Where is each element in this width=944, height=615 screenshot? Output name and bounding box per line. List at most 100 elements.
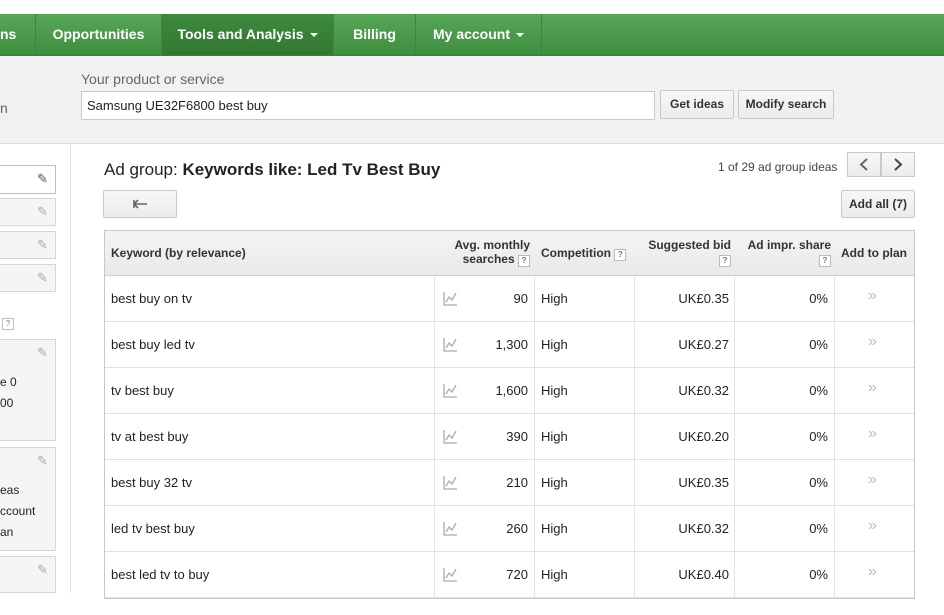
top-strip — [0, 0, 944, 14]
nav-item-opportunities[interactable]: Opportunities — [36, 14, 162, 55]
help-icon[interactable]: ? — [819, 255, 831, 267]
add-to-plan-icon[interactable]: » — [868, 506, 882, 551]
caret-down-icon — [516, 33, 524, 38]
help-icon[interactable]: ? — [2, 318, 14, 330]
competition-cell: High — [541, 291, 568, 306]
share-header-label: Ad impr. share — [747, 238, 831, 252]
nav-item-my-account[interactable]: My account — [416, 14, 542, 55]
keyword-cell: best buy on tv — [111, 291, 192, 306]
nav-item-label: Opportunities — [52, 26, 145, 42]
avg-searches-cell: 210 — [506, 475, 528, 490]
get-ideas-button[interactable]: Get ideas — [660, 90, 734, 119]
sidebar-filter-box[interactable]: ✎ e 0 00 — [0, 339, 56, 441]
nav-item-tools-and-analysis[interactable]: Tools and Analysis — [162, 14, 334, 55]
trend-chart-icon[interactable] — [442, 322, 460, 367]
sidebar-field[interactable]: ✎ — [0, 165, 56, 194]
add-to-plan-icon[interactable]: » — [868, 460, 882, 505]
nav-item-label: My account — [432, 26, 510, 42]
pencil-icon[interactable]: ✎ — [37, 563, 49, 576]
trend-chart-icon[interactable] — [442, 460, 460, 505]
add-to-plan-icon[interactable]: » — [868, 322, 882, 367]
trend-chart-icon[interactable] — [442, 506, 460, 551]
column-divider — [534, 506, 535, 551]
trend-chart-icon[interactable] — [442, 368, 460, 413]
competition-cell: High — [541, 429, 568, 444]
avg-searches-cell: 1,300 — [495, 337, 528, 352]
sidebar-filter-box[interactable]: ✎ — [0, 556, 56, 593]
sidebar-field[interactable]: ✎ — [0, 198, 56, 226]
nav-item-label: Tools and Analysis — [177, 26, 304, 42]
col-header-ad-impr-share[interactable]: Ad impr. share ? — [735, 238, 831, 268]
help-icon[interactable]: ? — [518, 255, 530, 267]
column-divider — [834, 552, 835, 597]
table-header: Keyword (by relevance) Avg. monthly sear… — [105, 231, 914, 276]
suggested-bid-cell: UK£0.35 — [678, 291, 729, 306]
ad-impr-share-cell: 0% — [809, 567, 828, 582]
modify-search-button[interactable]: Modify search — [738, 90, 834, 119]
table-row: best led tv to buy 720 High UK£0.40 0% » — [105, 552, 914, 598]
col-header-avg-searches[interactable]: Avg. monthly searches ? — [435, 238, 535, 268]
add-to-plan-icon[interactable]: » — [868, 552, 882, 597]
sidebar-field[interactable]: ✎ — [0, 264, 56, 292]
ad-impr-share-cell: 0% — [809, 337, 828, 352]
trend-chart-icon[interactable] — [442, 276, 460, 321]
pencil-icon[interactable]: ✎ — [37, 205, 49, 218]
product-search-input[interactable] — [81, 91, 655, 120]
trend-chart-icon[interactable] — [442, 414, 460, 459]
ad-impr-share-cell: 0% — [809, 475, 828, 490]
competition-header-label: Competition — [541, 246, 611, 260]
col-header-keyword[interactable]: Keyword (by relevance) — [111, 231, 246, 275]
sidebar-filter-box[interactable]: ✎ eas ccount an — [0, 447, 56, 551]
trend-chart-icon[interactable] — [442, 552, 460, 597]
keyword-cell: tv best buy — [111, 383, 174, 398]
sidebar-field[interactable]: ✎ — [0, 231, 56, 259]
column-divider — [434, 506, 435, 551]
col-header-competition[interactable]: Competition ? — [541, 231, 627, 275]
ad-group-title: Ad group: Keywords like: Led Tv Best Buy — [104, 160, 440, 180]
add-to-plan-icon[interactable]: » — [868, 368, 882, 413]
nav-item-billing[interactable]: Billing — [334, 14, 416, 55]
pencil-icon[interactable]: ✎ — [37, 172, 49, 185]
pencil-icon[interactable]: ✎ — [37, 271, 49, 284]
top-nav-bar: ns Opportunities Tools and Analysis Bill… — [0, 14, 944, 56]
column-divider — [534, 552, 535, 597]
ad-impr-share-cell: 0% — [809, 291, 828, 306]
ad-impr-share-cell: 0% — [809, 383, 828, 398]
table-row: tv at best buy 390 High UK£0.20 0% » — [105, 414, 914, 460]
next-ad-group-button[interactable] — [881, 152, 915, 177]
competition-cell: High — [541, 337, 568, 352]
column-divider — [434, 368, 435, 413]
keyword-cell: led tv best buy — [111, 521, 195, 536]
prev-ad-group-button[interactable] — [847, 152, 881, 177]
competition-cell: High — [541, 567, 568, 582]
bid-header-label: Suggested bid — [648, 238, 731, 252]
sidebar-filter-text: 00 — [0, 396, 14, 410]
suggested-bid-cell: UK£0.32 — [678, 383, 729, 398]
help-icon[interactable]: ? — [614, 249, 627, 261]
table-body: best buy on tv 90 High UK£0.35 0% » best buy l… — [105, 276, 914, 598]
col-header-suggested-bid[interactable]: Suggested bid ? — [635, 238, 731, 268]
keyword-cell: best buy led tv — [111, 337, 195, 352]
avg-searches-cell: 90 — [513, 291, 528, 306]
pencil-icon[interactable]: ✎ — [37, 346, 49, 359]
pencil-icon[interactable]: ✎ — [37, 454, 49, 467]
avg-header-line1: Avg. monthly — [454, 238, 530, 252]
pencil-icon[interactable]: ✎ — [37, 238, 49, 251]
add-to-plan-icon[interactable]: » — [868, 276, 882, 321]
column-divider — [834, 506, 835, 551]
column-divider — [434, 276, 435, 321]
add-all-button[interactable]: Add all (7) — [841, 190, 915, 218]
column-divider — [434, 414, 435, 459]
add-to-plan-icon[interactable]: » — [868, 414, 882, 459]
column-divider — [834, 460, 835, 505]
help-icon[interactable]: ? — [719, 255, 731, 267]
suggested-bid-cell: UK£0.20 — [678, 429, 729, 444]
suggested-bid-cell: UK£0.35 — [678, 475, 729, 490]
back-button[interactable] — [103, 190, 177, 218]
nav-item-campaigns[interactable]: ns — [0, 14, 36, 55]
suggested-bid-cell: UK£0.27 — [678, 337, 729, 352]
suggested-bid-cell: UK£0.40 — [678, 567, 729, 582]
ad-impr-share-cell: 0% — [809, 429, 828, 444]
column-divider — [534, 460, 535, 505]
chevron-right-icon — [894, 158, 903, 171]
